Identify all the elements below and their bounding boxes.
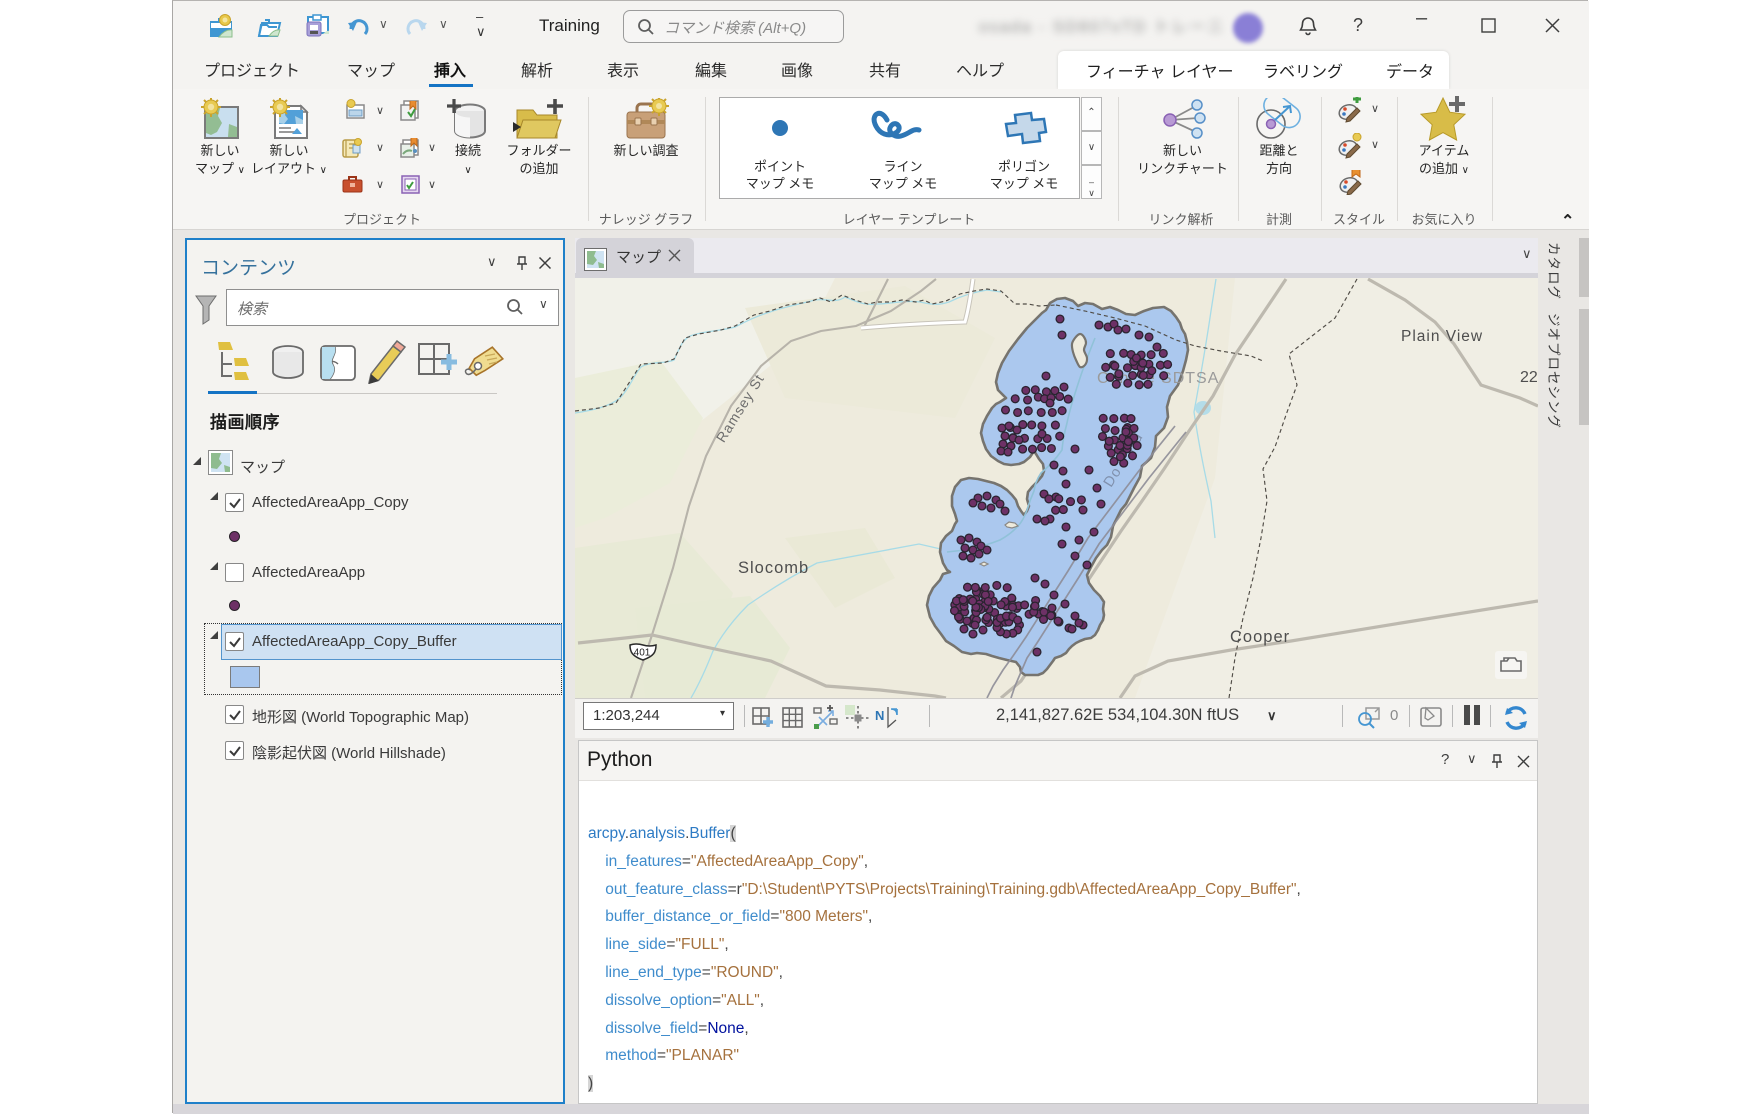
svg-text:220: 220 bbox=[1520, 369, 1538, 386]
svg-text:401: 401 bbox=[634, 648, 651, 659]
svg-text:N: N bbox=[875, 708, 884, 723]
svg-text:Slocomb: Slocomb bbox=[738, 559, 809, 577]
svg-text:Plain View: Plain View bbox=[1401, 328, 1483, 345]
svg-text:Cooper: Cooper bbox=[1230, 628, 1290, 646]
